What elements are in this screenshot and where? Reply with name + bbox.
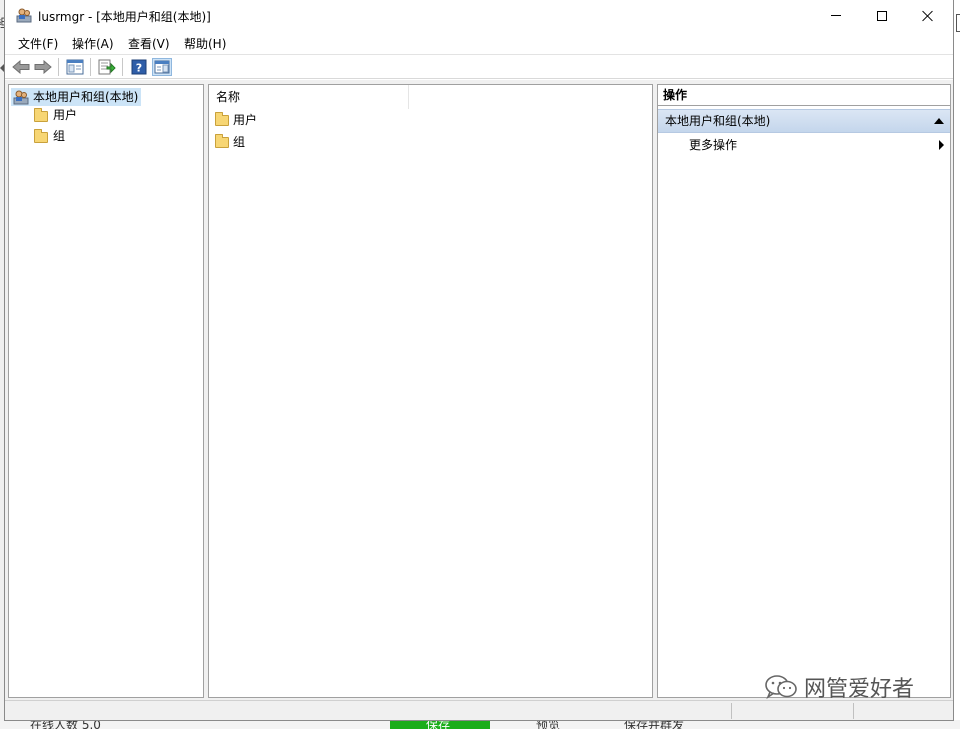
submenu-arrow-icon[interactable] [939, 140, 944, 150]
list-item-groups[interactable]: 组 [213, 132, 245, 152]
collapse-caret-icon[interactable] [934, 118, 944, 124]
menu-help[interactable]: 帮助(H) [184, 35, 226, 52]
tree-item-label: 用户 [53, 108, 78, 122]
back-button[interactable] [11, 58, 31, 76]
background-preview-text[interactable]: 预览 [536, 720, 560, 729]
users-groups-icon [13, 90, 29, 105]
watermark: 网管爱好者 [764, 672, 914, 702]
list-item-label: 组 [233, 135, 246, 149]
title-bar[interactable]: lusrmgr - [本地用户和组(本地)] [5, 0, 953, 31]
watermark-text: 网管爱好者 [804, 677, 915, 702]
client-area: 本地用户和组(本地) 用户 组 名称 用户 组 操作 本地用户和组(本地) 更多… [5, 80, 953, 700]
console-tree-pane: 本地用户和组(本地) 用户 组 [8, 84, 204, 698]
list-item-users[interactable]: 用户 [213, 110, 257, 130]
export-list-icon [98, 59, 116, 75]
list-header: 名称 [209, 85, 652, 109]
show-hide-console-tree-button[interactable] [65, 58, 85, 76]
forward-button[interactable] [33, 58, 53, 76]
menu-file[interactable]: 文件(F) [18, 35, 58, 52]
show-hide-console-tree-icon [66, 59, 84, 75]
help-icon: ? [131, 59, 147, 75]
window-title: lusrmgr - [本地用户和组(本地)] [38, 10, 211, 24]
minimize-button[interactable] [813, 0, 859, 31]
column-header-name[interactable]: 名称 [209, 85, 409, 109]
actions-section-label: 本地用户和组(本地) [665, 114, 771, 128]
background-save-send-text[interactable]: 保存并群发 [624, 720, 684, 729]
result-list-pane: 名称 用户 组 [208, 84, 653, 698]
folder-icon [34, 129, 48, 143]
lusrmgr-window: lusrmgr - [本地用户和组(本地)] 文件(F) 操作(A) 查看(V)… [4, 0, 954, 721]
status-divider [731, 703, 732, 719]
tree-root-local-users-groups[interactable]: 本地用户和组(本地) [11, 88, 142, 106]
list-item-label: 用户 [233, 113, 258, 127]
background-right-edge [956, 14, 960, 32]
tree-item-label: 组 [53, 129, 66, 143]
close-icon [922, 10, 934, 22]
toolbar-separator [58, 58, 59, 76]
more-actions-item[interactable]: 更多操作 [689, 136, 737, 154]
maximize-button[interactable] [859, 0, 905, 31]
background-save-button[interactable]: 保存 [390, 720, 490, 729]
svg-text:?: ? [136, 62, 142, 75]
folder-icon [215, 134, 229, 148]
toolbar: ? [5, 54, 953, 79]
menu-bar: 文件(F) 操作(A) 查看(V) 帮助(H) [5, 31, 953, 53]
close-button[interactable] [905, 0, 951, 31]
status-bar [5, 700, 953, 720]
wechat-icon [765, 675, 797, 700]
folder-icon [215, 112, 229, 126]
back-arrow-icon [12, 60, 30, 74]
forward-arrow-icon [34, 60, 52, 74]
help-button[interactable]: ? [129, 58, 149, 76]
menu-view[interactable]: 查看(V) [128, 35, 170, 52]
actions-title: 操作 [658, 85, 950, 106]
menu-action[interactable]: 操作(A) [72, 35, 114, 52]
background-bottom-bar: 在线人数 5.0 保存 预览 保存并群发 [0, 720, 960, 729]
folder-icon [34, 108, 48, 122]
toolbar-separator [122, 58, 123, 76]
users-groups-app-icon [16, 8, 32, 23]
actions-pane: 操作 本地用户和组(本地) 更多操作 [657, 84, 951, 698]
actions-section-local-users-groups[interactable]: 本地用户和组(本地) [658, 109, 950, 133]
tree-item-groups[interactable]: 组 [33, 127, 65, 145]
minimize-icon [831, 15, 841, 16]
show-hide-action-pane-button[interactable] [152, 58, 172, 76]
status-divider [853, 703, 854, 719]
export-list-button[interactable] [97, 58, 117, 76]
show-hide-action-pane-icon [154, 60, 170, 74]
tree-item-users[interactable]: 用户 [33, 106, 77, 124]
maximize-icon [877, 10, 887, 21]
background-bottom-left-text: 在线人数 5.0 [30, 720, 101, 729]
toolbar-separator [90, 58, 91, 76]
tree-root-label: 本地用户和组(本地) [33, 90, 139, 104]
